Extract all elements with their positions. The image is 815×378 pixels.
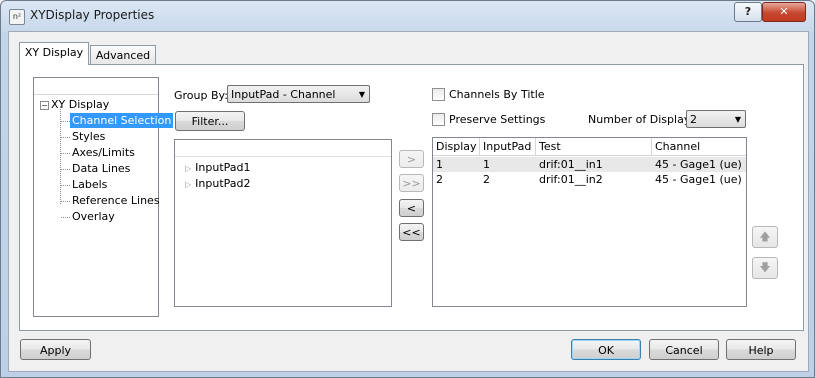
tree-header	[34, 78, 158, 95]
tree-connector	[61, 121, 70, 122]
table-row[interactable]: 2 2 drif:01__in2 45 - Gage1 (ue)	[433, 172, 746, 187]
list-item[interactable]: ▷ InputPad1	[185, 161, 251, 174]
dropdown-arrow-icon: ▼	[734, 115, 741, 124]
apply-button[interactable]: Apply	[20, 339, 91, 360]
cell-channel: 45 - Gage1 (ue)	[655, 158, 742, 171]
tree-connector	[61, 169, 70, 170]
tree-item-styles[interactable]: Styles	[70, 129, 107, 144]
selected-channels-table[interactable]: Display InputPad Test Channel 1 1 drif:0…	[432, 137, 747, 307]
preserve-settings-label: Preserve Settings	[449, 113, 546, 126]
tree-connector	[61, 217, 70, 218]
remove-button[interactable]: <	[399, 199, 424, 217]
table-row[interactable]: 1 1 drif:01__in1 45 - Gage1 (ue)	[433, 157, 746, 172]
move-up-icon[interactable]: 🡅	[752, 226, 778, 248]
list-item-label: InputPad1	[195, 161, 251, 174]
dialog-window: n² XYDisplay Properties ? ✕ XY Display A…	[0, 0, 815, 378]
tab-advanced[interactable]: Advanced	[90, 45, 156, 65]
dropdown-arrow-icon: ▼	[358, 90, 365, 99]
cell-display: 2	[436, 173, 443, 186]
channels-by-title-checkbox[interactable]	[432, 88, 445, 101]
tree-item-data-lines[interactable]: Data Lines	[70, 161, 132, 176]
channels-by-title-label: Channels By Title	[449, 88, 545, 101]
available-channels-list[interactable]: ▷ InputPad1 ▷ InputPad2	[174, 139, 392, 307]
remove-all-button[interactable]: <<	[399, 223, 424, 241]
add-all-button[interactable]: >>	[399, 174, 424, 192]
cell-display: 1	[436, 158, 443, 171]
cell-test: drif:01__in1	[539, 158, 603, 171]
column-header-test[interactable]: Test	[536, 138, 652, 155]
tab-xy-display[interactable]: XY Display	[19, 42, 89, 65]
ok-button[interactable]: OK	[571, 339, 641, 360]
cell-test: drif:01__in2	[539, 173, 603, 186]
tree-connector	[61, 153, 70, 154]
group-by-select[interactable]: InputPad - Channel ▼	[227, 85, 370, 103]
group-by-label: Group By:	[174, 89, 228, 102]
number-of-displays-value: 2	[690, 113, 697, 126]
cell-inputpad: 1	[483, 158, 490, 171]
app-icon: n²	[9, 9, 25, 25]
list-item-label: InputPad2	[195, 177, 251, 190]
cell-channel: 45 - Gage1 (ue)	[655, 173, 742, 186]
group-by-value: InputPad - Channel	[231, 88, 336, 101]
expand-icon[interactable]: ▷	[185, 180, 191, 189]
tree-root[interactable]: − XY Display	[40, 98, 109, 111]
tree-connector	[61, 185, 70, 186]
title-bar[interactable]: n² XYDisplay Properties ? ✕	[1, 1, 814, 31]
table-header: Display InputPad Test Channel	[433, 138, 746, 156]
tree-item-reference-lines[interactable]: Reference Lines	[70, 193, 162, 208]
preserve-settings-checkbox[interactable]	[432, 113, 445, 126]
available-list-header	[175, 140, 391, 157]
tree-item-overlay[interactable]: Overlay	[70, 209, 117, 224]
column-header-display[interactable]: Display	[433, 138, 480, 155]
column-header-channel[interactable]: Channel	[652, 138, 746, 155]
tree-item-labels[interactable]: Labels	[70, 177, 109, 192]
window-title: XYDisplay Properties	[30, 8, 155, 22]
expand-icon[interactable]: ▷	[185, 164, 191, 173]
settings-tree[interactable]: − XY Display Channel Selection Styles Axe…	[33, 77, 174, 317]
number-of-displays-select[interactable]: 2 ▼	[686, 110, 746, 128]
column-header-inputpad[interactable]: InputPad	[480, 138, 536, 155]
cancel-button[interactable]: Cancel	[649, 339, 719, 360]
dialog-client-area: XY Display Advanced − XY Display Channel …	[8, 31, 809, 372]
tree-item-channel-selection[interactable]: Channel Selection	[70, 113, 174, 128]
add-button[interactable]: >	[399, 150, 424, 168]
filter-button[interactable]: Filter...	[175, 111, 245, 131]
close-icon[interactable]: ✕	[762, 2, 806, 22]
cell-inputpad: 2	[483, 173, 490, 186]
number-of-displays-label: Number of Displays:	[588, 113, 700, 126]
tree-item-axes-limits[interactable]: Axes/Limits	[70, 145, 137, 160]
tree-connector	[61, 137, 70, 138]
collapse-icon[interactable]: −	[40, 100, 49, 110]
help-button[interactable]: Help	[726, 339, 796, 360]
list-item[interactable]: ▷ InputPad2	[185, 177, 251, 190]
tab-panel: − XY Display Channel Selection Styles Axe…	[19, 64, 804, 331]
help-title-button[interactable]: ?	[734, 2, 762, 22]
move-down-icon[interactable]: 🡇	[752, 257, 778, 279]
tree-connector	[61, 201, 70, 202]
